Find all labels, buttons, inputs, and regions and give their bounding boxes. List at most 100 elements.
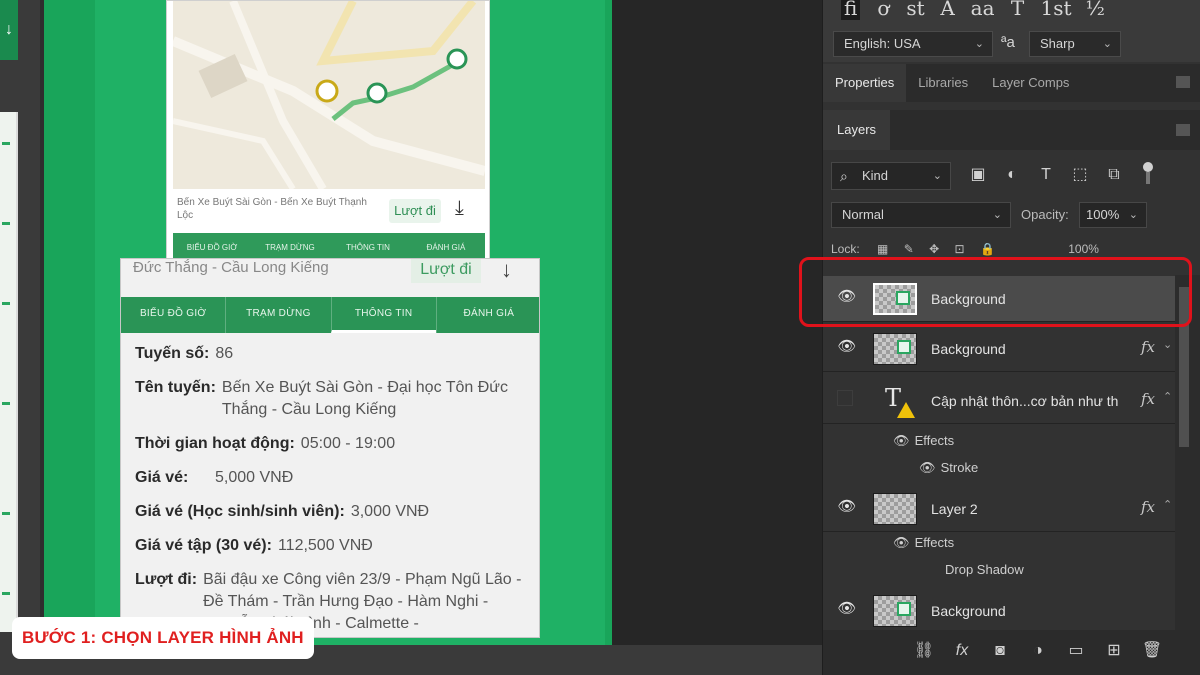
direction-button[interactable]: Lượt đi: [389, 199, 441, 223]
fractions-button[interactable]: ½: [1086, 0, 1105, 20]
effect-item-row[interactable]: Drop Shadow: [945, 557, 1024, 583]
titling-button[interactable]: T: [1009, 0, 1027, 20]
photoshop-panel: ﬁ ơ st A aa T 1st ½ English: USA ⌄ ªa Sh…: [822, 0, 1200, 675]
layer-name: Layer 2: [931, 501, 978, 517]
tab-layers[interactable]: Layers: [823, 110, 891, 150]
smart-object-filter-icon[interactable]: ⧉: [1104, 164, 1124, 186]
info-key: Giá vé:: [135, 469, 189, 486]
layer-row[interactable]: 👁 Layer 2 fx ⌃: [823, 486, 1175, 532]
layers-scrollbar[interactable]: [1175, 275, 1200, 635]
pixel-filter-icon[interactable]: ▣: [968, 164, 988, 186]
blend-mode-value: Normal: [842, 207, 884, 222]
layer-row[interactable]: T Cập nhật thôn...cơ bản như th fx ⌃: [823, 378, 1175, 424]
type-filter-icon[interactable]: T: [1036, 164, 1056, 186]
fx-icon[interactable]: fx: [1141, 498, 1155, 516]
chevron-up-icon[interactable]: ⌃: [1163, 498, 1172, 511]
lock-all-icon[interactable]: 🔒: [980, 242, 995, 256]
download-icon[interactable]: ↓: [501, 259, 512, 283]
ordinals-button[interactable]: 1st: [1041, 0, 1072, 20]
chevron-down-icon[interactable]: ⌄: [1163, 338, 1172, 351]
tab-libraries[interactable]: Libraries: [906, 64, 980, 102]
step-caption: BƯỚC 1: CHỌN LAYER HÌNH ẢNH: [12, 617, 314, 659]
folder-icon[interactable]: ▭: [1065, 640, 1087, 662]
opacity-input[interactable]: 100% ⌄: [1079, 202, 1147, 228]
eye-icon[interactable]: 👁: [837, 339, 857, 354]
text-layer-icon: T: [885, 384, 919, 418]
ligature-button[interactable]: ﬁ: [841, 0, 861, 20]
chevron-down-icon: ⌄: [1128, 209, 1138, 221]
fx-icon[interactable]: fx: [1141, 338, 1155, 356]
filter-toggle[interactable]: [1141, 160, 1155, 184]
download-icon[interactable]: ⤓: [455, 197, 464, 220]
antialias-icon: ªa: [1001, 34, 1015, 51]
discretionary-ligature-button[interactable]: st: [906, 0, 924, 20]
info-row-student-fare: Giá vé (Học sinh/sinh viên): 3,000 VNĐ: [135, 501, 535, 523]
panel-menu-icon[interactable]: [1176, 76, 1190, 88]
info-row-hours: Thời gian hoạt động: 05:00 - 19:00: [135, 433, 535, 455]
info-value: Bến Xe Buýt Sài Gòn - Đại học Tôn Đức Th…: [221, 379, 508, 418]
eye-icon[interactable]: 👁: [837, 499, 857, 514]
effects-row[interactable]: 👁 Effects: [893, 428, 954, 454]
side-thumbnail: [0, 112, 18, 632]
layer-row[interactable]: 👁 Background fx ⌄: [823, 326, 1175, 372]
layers-tab-bar: Layers: [823, 110, 1200, 150]
language-select[interactable]: English: USA ⌄: [833, 31, 993, 57]
chevron-down-icon: ⌄: [932, 170, 942, 182]
chevron-down-icon: ⌄: [1102, 38, 1112, 50]
footer-icons: ⛓ fx ◙ ◑ ▭ ⊞ 🗑: [913, 640, 1163, 662]
fill-value[interactable]: 100%: [1068, 242, 1099, 256]
map-card: Bến Xe Buýt Sài Gòn - Bến Xe Buýt Thạnh …: [166, 0, 490, 263]
lock-paint-icon[interactable]: ✎: [904, 242, 914, 256]
layer-name: Background: [931, 341, 1006, 357]
effects-row[interactable]: 👁 Effects: [893, 530, 954, 556]
info-header: Đức Thắng - Cầu Long Kiếng Lượt đi ↓: [121, 259, 539, 297]
mask-icon[interactable]: ◙: [989, 640, 1011, 662]
link-icon[interactable]: ⛓: [913, 640, 935, 662]
adjustment-layer-icon[interactable]: ◑: [1027, 640, 1049, 662]
lock-artboard-icon[interactable]: ⊡: [955, 242, 965, 256]
filter-kind-select[interactable]: ⌕ Kind ⌄: [831, 162, 951, 190]
tab-stops[interactable]: TRẠM DỪNG: [225, 297, 330, 333]
arrow-down-icon[interactable]: ↓: [0, 0, 18, 60]
direction-button[interactable]: Lượt đi: [411, 259, 481, 283]
layer-row[interactable]: 👁 Background: [823, 588, 1175, 634]
effect-item-label: Stroke: [940, 460, 979, 475]
lock-pixels-icon[interactable]: ▦: [877, 242, 888, 256]
antialias-select[interactable]: Sharp ⌄: [1029, 31, 1121, 57]
chevron-up-icon[interactable]: ⌃: [1163, 390, 1172, 403]
eye-icon[interactable]: 👁: [837, 601, 857, 616]
eye-icon[interactable]: 👁: [919, 455, 937, 481]
new-layer-icon[interactable]: ⊞: [1103, 640, 1125, 662]
lock-position-icon[interactable]: ✥: [929, 242, 939, 256]
tab-layer-comps[interactable]: Layer Comps: [980, 64, 1081, 102]
tab-info[interactable]: THÔNG TIN: [330, 297, 436, 333]
effect-item-row[interactable]: 👁 Stroke: [919, 455, 978, 481]
info-key: Thời gian hoạt động:: [135, 435, 295, 452]
selection-highlight: [799, 257, 1192, 327]
adjustment-filter-icon[interactable]: ◐: [1002, 164, 1022, 186]
layer-name: Background: [931, 603, 1006, 619]
swash-button[interactable]: A: [939, 0, 957, 20]
fx-icon[interactable]: fx: [1141, 390, 1155, 408]
route-caption: Bến Xe Buýt Sài Gòn - Bến Xe Buýt Thạnh …: [177, 197, 367, 221]
tab-reviews[interactable]: ĐÁNH GIÁ: [435, 297, 539, 333]
old-style-button[interactable]: ơ: [874, 0, 892, 20]
info-value: 5,000 VNĐ: [215, 469, 294, 486]
tab-properties[interactable]: Properties: [823, 64, 907, 102]
antialias-value: Sharp: [1040, 36, 1075, 51]
panel-menu-icon[interactable]: [1176, 124, 1190, 136]
info-body: Tuyến số: 86 Tên tuyến: Bến Xe Buýt Sài …: [135, 343, 535, 637]
blend-mode-select[interactable]: Normal ⌄: [831, 202, 1011, 228]
tab-schedule[interactable]: BIỂU ĐỒ GIỜ: [121, 297, 225, 333]
visibility-toggle[interactable]: [837, 390, 853, 406]
filter-kind-value: Kind: [862, 168, 889, 183]
eye-icon[interactable]: 👁: [893, 428, 911, 454]
effects-label: Effects: [914, 433, 955, 448]
trash-icon[interactable]: 🗑: [1141, 640, 1163, 662]
effect-item-label: Drop Shadow: [945, 562, 1024, 577]
eye-icon[interactable]: 👁: [893, 530, 911, 556]
shape-filter-icon[interactable]: ⬚: [1070, 164, 1090, 186]
stylistic-alternates-button[interactable]: aa: [971, 0, 995, 20]
fx-icon[interactable]: fx: [951, 640, 973, 662]
map-view: [173, 1, 485, 189]
